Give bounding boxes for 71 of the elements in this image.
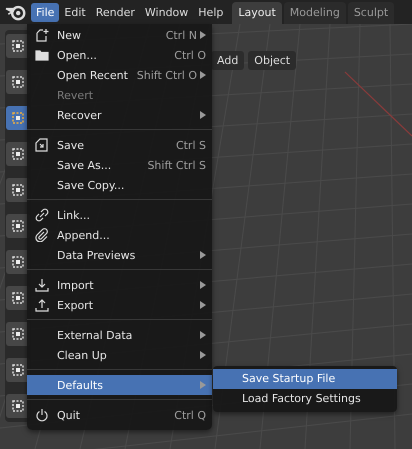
menu-entry-label: Defaults bbox=[57, 378, 104, 392]
paperclip-icon bbox=[35, 228, 49, 242]
menu-entry-label: Data Previews bbox=[57, 248, 136, 262]
export-icon bbox=[35, 298, 49, 312]
tool-icon bbox=[11, 219, 25, 233]
tool-icon bbox=[11, 147, 25, 161]
menu-entry-label: Export bbox=[57, 298, 94, 312]
menu-entry-label: Recover bbox=[57, 108, 102, 122]
menu-entry-label: Save bbox=[57, 138, 86, 152]
tool-icon bbox=[11, 111, 25, 125]
menu-item[interactable]: Edit bbox=[59, 2, 91, 22]
tool-icon bbox=[11, 327, 25, 341]
menu-entry[interactable]: Quit Ctrl Q bbox=[27, 405, 212, 425]
menu-entry[interactable]: Defaults bbox=[27, 375, 212, 395]
shortcut-label: Ctrl Q bbox=[174, 408, 206, 422]
workspace-tab[interactable]: Layout bbox=[232, 2, 282, 24]
tool-icon bbox=[11, 363, 25, 377]
menu-entry[interactable]: External Data bbox=[27, 325, 212, 345]
new-file-icon bbox=[35, 28, 49, 42]
menu-entry-label: Link... bbox=[57, 208, 92, 222]
blender-logo-icon[interactable] bbox=[5, 3, 27, 21]
menu-entry-label: Revert bbox=[57, 88, 94, 102]
tool-icon bbox=[11, 291, 25, 305]
menu-item[interactable]: File bbox=[31, 2, 60, 22]
import-icon bbox=[35, 278, 49, 292]
power-icon bbox=[35, 408, 49, 422]
tool-icon bbox=[11, 183, 25, 197]
submenu-entry[interactable]: Save Startup File bbox=[213, 369, 397, 389]
workspace-tab[interactable]: Modeling bbox=[284, 2, 346, 24]
menu-entry[interactable]: Open Recent Shift Ctrl O bbox=[27, 65, 212, 85]
menu-entry-label: Append... bbox=[57, 228, 111, 242]
shortcut-label: Shift Ctrl S bbox=[147, 158, 206, 172]
tool-icon bbox=[11, 75, 25, 89]
header-menu-button[interactable]: Object bbox=[248, 51, 296, 70]
menu-entry[interactable]: Data Previews bbox=[27, 245, 212, 265]
menu-entry-label: Quit bbox=[57, 408, 81, 422]
menu-entry[interactable]: Open... Ctrl O bbox=[27, 45, 212, 65]
shortcut-label: Shift Ctrl O bbox=[136, 68, 197, 82]
shortcut-label: Ctrl O bbox=[174, 48, 206, 62]
menu-entry[interactable]: Export bbox=[27, 295, 212, 315]
menu-item[interactable]: Help bbox=[193, 2, 228, 22]
menu-item[interactable]: Render bbox=[90, 2, 140, 22]
menu-entry[interactable]: Link... bbox=[27, 205, 212, 225]
tool-icon bbox=[11, 399, 25, 413]
menu-entry-label: Save As... bbox=[57, 158, 112, 172]
menu-entry-label: Open... bbox=[57, 48, 98, 62]
menu-entry[interactable]: Recover bbox=[27, 105, 212, 125]
menu-entry[interactable]: New Ctrl N bbox=[27, 25, 212, 45]
menu-item[interactable]: Window bbox=[140, 2, 194, 22]
menu-entry[interactable]: Append... bbox=[27, 225, 212, 245]
menu-entry[interactable]: Clean Up bbox=[27, 345, 212, 365]
menu-entry-label: Open Recent bbox=[57, 68, 129, 82]
tool-icon bbox=[11, 255, 25, 269]
folder-icon bbox=[35, 48, 49, 62]
menu-entry[interactable]: Import bbox=[27, 275, 212, 295]
menu-entry[interactable]: Save Copy... bbox=[27, 175, 212, 195]
menu-entry-label: External Data bbox=[57, 328, 134, 342]
menu-entry[interactable]: Save As... Shift Ctrl S bbox=[27, 155, 212, 175]
header-menu-button[interactable]: Add bbox=[211, 51, 244, 70]
menu-entry-label: Import bbox=[57, 278, 95, 292]
menu-entry-label: Save Copy... bbox=[57, 178, 126, 192]
menu-entry-label: New bbox=[57, 28, 82, 42]
workspace-tab[interactable]: Sculpt bbox=[348, 2, 394, 24]
save-icon bbox=[35, 138, 49, 152]
menu-entry-label: Clean Up bbox=[57, 348, 108, 362]
link-icon bbox=[35, 208, 49, 222]
shortcut-label: Ctrl N bbox=[166, 28, 197, 42]
shortcut-label: Ctrl S bbox=[176, 138, 206, 152]
menu-entry[interactable]: Save Ctrl S bbox=[27, 135, 212, 155]
submenu-entry[interactable]: Load Factory Settings bbox=[213, 389, 397, 409]
tool-icon bbox=[11, 39, 25, 53]
